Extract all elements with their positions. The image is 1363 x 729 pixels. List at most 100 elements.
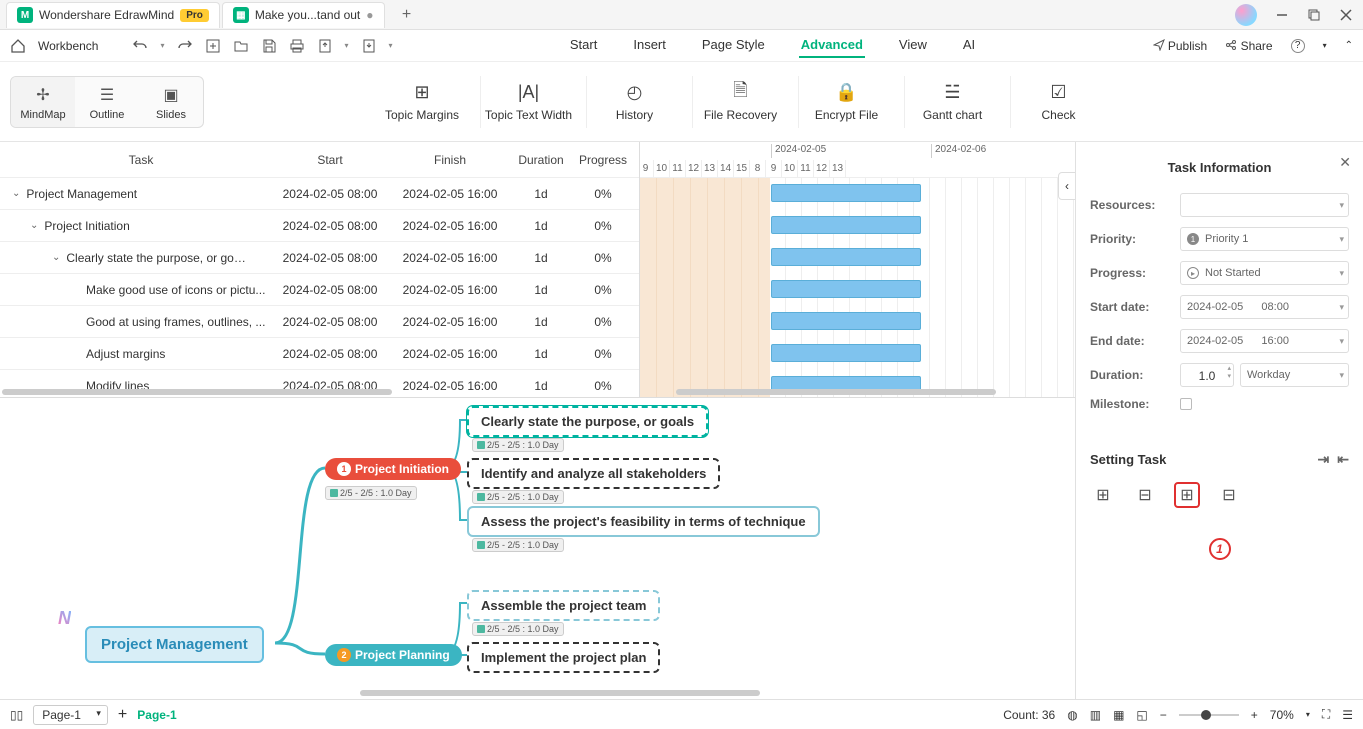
duration-unit[interactable]: Workday▾	[1240, 363, 1349, 387]
new-icon[interactable]	[205, 38, 221, 54]
home-icon[interactable]	[10, 38, 26, 54]
collapse-ribbon-icon[interactable]: ⌃	[1345, 40, 1353, 51]
indent-icon[interactable]: ⇥	[1318, 451, 1330, 468]
sub-node[interactable]: Assemble the project team	[467, 590, 660, 621]
fullscreen-icon[interactable]: ⛶	[1322, 707, 1330, 722]
gantt-bar[interactable]	[771, 344, 921, 362]
zoom-slider[interactable]	[1179, 714, 1239, 716]
chevron-down-icon[interactable]: ⌄	[30, 220, 38, 231]
publish-button[interactable]: Publish	[1153, 39, 1208, 53]
grid-add-button[interactable]: ⊞	[1174, 482, 1200, 508]
menu-start[interactable]: Start	[568, 33, 599, 58]
sub-node[interactable]: Clearly state the purpose, or goals	[467, 406, 708, 437]
page-selector[interactable]: Page-1▾	[33, 705, 108, 725]
menu-view[interactable]: View	[897, 33, 929, 58]
menu-page-style[interactable]: Page Style	[700, 33, 767, 58]
task-scrollbar[interactable]	[2, 389, 392, 395]
mindmap-canvas[interactable]: N Project Management 1 Project Initiatio…	[0, 398, 1075, 702]
redo-icon[interactable]	[177, 38, 193, 54]
grid-remove-button[interactable]: ⊟	[1216, 482, 1242, 508]
globe-icon[interactable]: ◍	[1067, 708, 1077, 722]
gantt-hour: 12	[814, 160, 830, 178]
save-icon[interactable]	[261, 38, 277, 54]
chevron-down-icon[interactable]: ⌄	[52, 252, 60, 263]
undo-icon[interactable]	[132, 38, 148, 54]
task-row[interactable]: Adjust margins2024-02-05 08:002024-02-05…	[0, 338, 639, 370]
priority-field[interactable]: 1Priority 1▾	[1180, 227, 1349, 251]
gantt-chart[interactable]: 2024-02-05 2024-02-06 910111213141589101…	[640, 142, 1075, 397]
add-tab-button[interactable]: +	[395, 6, 419, 24]
outdent-icon[interactable]: ⇤	[1337, 451, 1349, 468]
sub-node[interactable]: Implement the project plan	[467, 642, 660, 673]
import-dd-icon[interactable]: ▾	[389, 41, 393, 50]
gantt-bar[interactable]	[771, 312, 921, 330]
add-task-button[interactable]: ⊞	[1090, 482, 1116, 508]
maximize-icon[interactable]	[1307, 8, 1321, 22]
resources-field[interactable]: ▾	[1180, 193, 1349, 217]
mindmap-scrollbar[interactable]	[360, 690, 760, 696]
end-date-field[interactable]: 2024-02-05 16:00▾	[1180, 329, 1349, 353]
duration-value[interactable]: 1.0▴▾	[1180, 363, 1234, 387]
task-row[interactable]: ⌄Clearly state the purpose, or goals2024…	[0, 242, 639, 274]
share-button[interactable]: Share	[1225, 39, 1272, 53]
menu-insert[interactable]: Insert	[631, 33, 668, 58]
minimize-icon[interactable]	[1275, 8, 1289, 22]
document-tab[interactable]: ▦ Make you...tand out ●	[222, 2, 385, 28]
workbench-link[interactable]: Workbench	[38, 39, 98, 53]
menu-advanced[interactable]: Advanced	[799, 33, 865, 58]
import-icon[interactable]	[361, 38, 377, 54]
topic-text-width-button[interactable]: |A|Topic Text Width	[480, 76, 576, 128]
task-row[interactable]: ⌄Project Management2024-02-05 08:002024-…	[0, 178, 639, 210]
export-dd-icon[interactable]: ▾	[345, 41, 349, 50]
gantt-bar[interactable]	[771, 216, 921, 234]
file-recovery-button[interactable]: 🗎File Recovery	[692, 76, 788, 128]
task-row[interactable]: Make good use of icons or pictu...2024-0…	[0, 274, 639, 306]
start-date-field[interactable]: 2024-02-05 08:00▾	[1180, 295, 1349, 319]
zoom-dd-icon[interactable]: ▾	[1306, 710, 1310, 719]
task-row[interactable]: Good at using frames, outlines, ...2024-…	[0, 306, 639, 338]
split-view-icon[interactable]: ▥	[1090, 708, 1101, 722]
add-page-button[interactable]: +	[118, 706, 127, 724]
fit-icon[interactable]: ◱	[1136, 708, 1147, 722]
progress-field[interactable]: ▸Not Started▾	[1180, 261, 1349, 285]
check-button[interactable]: ☑Check	[1010, 76, 1106, 128]
menu-icon[interactable]: ☰	[1342, 708, 1353, 722]
encrypt-file-button[interactable]: 🔒Encrypt File	[798, 76, 894, 128]
user-avatar[interactable]	[1235, 4, 1257, 26]
chevron-down-icon[interactable]: ⌄	[12, 188, 20, 199]
gantt-bar[interactable]	[771, 184, 921, 202]
layout-icon[interactable]: ▦	[1113, 708, 1124, 722]
gantt-scrollbar[interactable]	[676, 389, 996, 395]
milestone-checkbox[interactable]	[1180, 398, 1192, 410]
task-row[interactable]: ⌄Project Initiation2024-02-05 08:002024-…	[0, 210, 639, 242]
help-icon[interactable]: ?	[1291, 39, 1305, 53]
topic-margins-button[interactable]: ⊞Topic Margins	[374, 76, 470, 128]
gantt-bar[interactable]	[771, 280, 921, 298]
view-outline[interactable]: ☰ Outline	[75, 77, 139, 127]
open-icon[interactable]	[233, 38, 249, 54]
pages-icon[interactable]: ▯▯	[10, 708, 23, 722]
undo-dd-icon[interactable]: ▾	[160, 41, 164, 50]
view-slides[interactable]: ▣ Slides	[139, 77, 203, 127]
zoom-in-button[interactable]: +	[1251, 708, 1258, 722]
collapse-gantt-button[interactable]: ‹	[1058, 172, 1075, 200]
branch-node[interactable]: 2 Project Planning	[325, 644, 462, 666]
root-node[interactable]: Project Management	[85, 626, 264, 663]
page-tab-active[interactable]: Page-1	[137, 708, 176, 722]
menu-ai[interactable]: AI	[961, 33, 977, 58]
zoom-out-button[interactable]: −	[1160, 708, 1167, 722]
view-mindmap[interactable]: ✢ MindMap	[11, 77, 75, 127]
close-icon[interactable]	[1339, 8, 1353, 22]
gantt-chart-button[interactable]: ☱Gantt chart	[904, 76, 1000, 128]
help-dd-icon[interactable]: ▾	[1323, 41, 1327, 50]
gantt-bar[interactable]	[771, 248, 921, 266]
history-button[interactable]: ◴History	[586, 76, 682, 128]
app-tab[interactable]: M Wondershare EdrawMind Pro	[6, 2, 220, 28]
remove-task-button[interactable]: ⊟	[1132, 482, 1158, 508]
sub-node[interactable]: Identify and analyze all stakeholders	[467, 458, 720, 489]
close-panel-icon[interactable]: ✕	[1339, 154, 1351, 171]
print-icon[interactable]	[289, 38, 305, 54]
export-icon[interactable]	[317, 38, 333, 54]
sub-node[interactable]: Assess the project's feasibility in term…	[467, 506, 820, 537]
branch-node[interactable]: 1 Project Initiation	[325, 458, 461, 480]
